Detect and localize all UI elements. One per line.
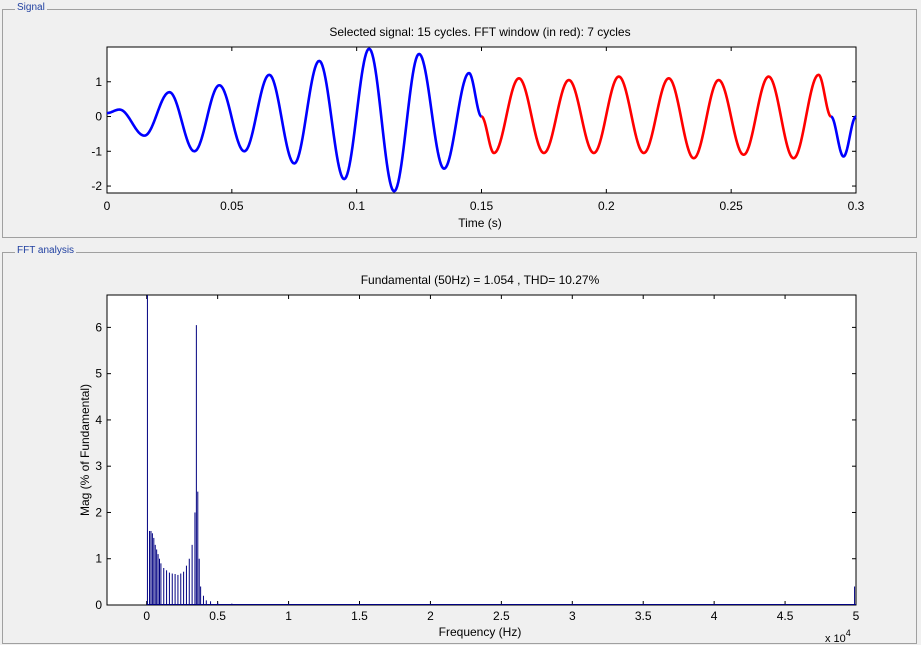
fft-xtick-label: 4: [711, 609, 718, 623]
signal-xtick-label: 0.3: [848, 199, 865, 213]
signal-plot[interactable]: Selected signal: 15 cycles. FFT window (…: [0, 0, 921, 645]
fft-plot-title: Fundamental (50Hz) = 1.054 , THD= 10.27%: [361, 273, 600, 287]
signal-ytick-label: -1: [91, 144, 102, 158]
fft-xlabel: Frequency (Hz): [439, 625, 522, 639]
fft-ylabel: Mag (% of Fundamental): [78, 384, 92, 516]
fft-axes-box: [106, 294, 857, 606]
fft-x-multiplier-exp: 4: [846, 628, 851, 638]
fft-xtick-label: 3.5: [635, 609, 652, 623]
signal-plot-title: Selected signal: 15 cycles. FFT window (…: [329, 25, 630, 39]
fft-xtick-label: 1: [285, 609, 292, 623]
signal-ytick-label: 0: [95, 110, 102, 124]
fft-xtick-label: 4.5: [777, 609, 794, 623]
signal-xtick-label: 0.05: [220, 199, 244, 213]
fft-x-multiplier-base: x 10: [825, 633, 846, 645]
signal-axes-box: [106, 46, 857, 194]
signal-ytick-label: -2: [91, 179, 102, 193]
fft-xtick-label: 5: [853, 609, 860, 623]
signal-xtick-label: 0.25: [719, 199, 743, 213]
fft-ytick-label: 1: [95, 552, 102, 566]
signal-ytick-label: 1: [95, 75, 102, 89]
fft-ytick-label: 6: [95, 320, 102, 334]
fft-ytick-label: 5: [95, 367, 102, 381]
fft-xtick-label: 2: [427, 609, 434, 623]
fft-xtick-label: 2.5: [493, 609, 510, 623]
signal-xtick-label: 0.15: [470, 199, 494, 213]
signal-xtick-label: 0: [104, 199, 111, 213]
fft-ytick-label: 4: [95, 413, 102, 427]
fft-xtick-label: 1.5: [351, 609, 368, 623]
fft-xtick-label: 3: [569, 609, 576, 623]
fft-xtick-label: 0: [143, 609, 150, 623]
fft-ytick-label: 3: [95, 459, 102, 473]
signal-xtick-label: 0.1: [348, 199, 365, 213]
fft-ytick-label: 2: [95, 505, 102, 519]
signal-xlabel: Time (s): [458, 216, 502, 230]
signal-xtick-label: 0.2: [598, 199, 615, 213]
fft-xtick-label: 0.5: [209, 609, 226, 623]
fft-ytick-label: 0: [95, 598, 102, 612]
fft-x-multiplier: x 104: [825, 628, 851, 645]
